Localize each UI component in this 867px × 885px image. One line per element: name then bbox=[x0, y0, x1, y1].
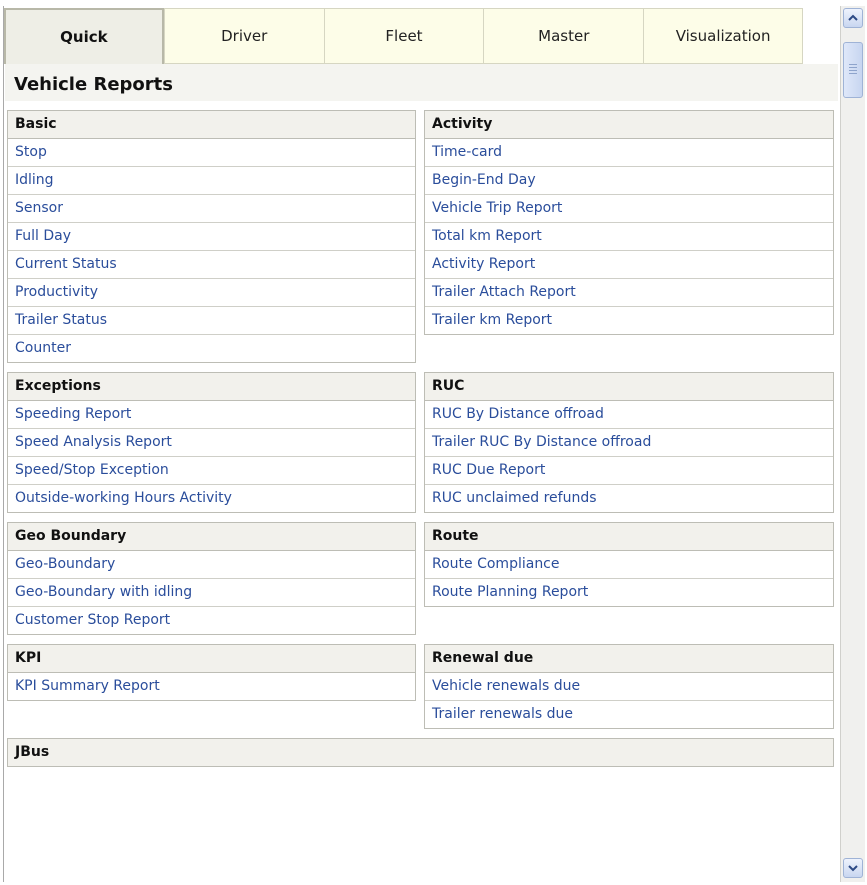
tab-visualization[interactable]: Visualization bbox=[643, 8, 803, 64]
report-link[interactable]: Speed Analysis Report bbox=[8, 429, 415, 457]
report-link[interactable]: Geo-Boundary bbox=[8, 551, 415, 579]
tab-fleet[interactable]: Fleet bbox=[323, 8, 484, 64]
report-link[interactable]: Outside-working Hours Activity bbox=[8, 485, 415, 512]
report-link[interactable]: Stop bbox=[8, 139, 415, 167]
report-link[interactable]: Vehicle Trip Report bbox=[425, 195, 833, 223]
report-link[interactable]: Trailer Status bbox=[8, 307, 415, 335]
section-header: Renewal due bbox=[425, 645, 833, 673]
report-link[interactable]: Trailer renewals due bbox=[425, 701, 833, 728]
report-link[interactable]: RUC By Distance offroad bbox=[425, 401, 833, 429]
report-link[interactable]: Productivity bbox=[8, 279, 415, 307]
scroll-down-button[interactable] bbox=[843, 858, 863, 878]
section-exceptions: Exceptions Speeding Report Speed Analysis … bbox=[7, 372, 416, 513]
report-link[interactable]: Trailer RUC By Distance offroad bbox=[425, 429, 833, 457]
report-link[interactable]: Time-card bbox=[425, 139, 833, 167]
report-link[interactable]: RUC Due Report bbox=[425, 457, 833, 485]
section-header: KPI bbox=[8, 645, 415, 673]
tab-strip-spacer bbox=[803, 8, 837, 64]
section-header: Exceptions bbox=[8, 373, 415, 401]
report-link[interactable]: Counter bbox=[8, 335, 415, 362]
chevron-down-icon bbox=[848, 865, 858, 872]
section-basic: Basic Stop Idling Sensor Full Day Current Sta… bbox=[7, 110, 416, 363]
report-link[interactable]: Vehicle renewals due bbox=[425, 673, 833, 701]
report-link[interactable]: Route Planning Report bbox=[425, 579, 833, 606]
section-header: RUC bbox=[425, 373, 833, 401]
chevron-up-icon bbox=[848, 14, 858, 21]
report-link[interactable]: Speeding Report bbox=[8, 401, 415, 429]
report-link[interactable]: KPI Summary Report bbox=[8, 673, 415, 700]
scroll-thumb[interactable] bbox=[843, 42, 863, 98]
vertical-scrollbar[interactable] bbox=[840, 6, 865, 882]
report-link[interactable]: Idling bbox=[8, 167, 415, 195]
report-link[interactable]: Current Status bbox=[8, 251, 415, 279]
report-link[interactable]: Total km Report bbox=[425, 223, 833, 251]
section-header: Activity bbox=[425, 111, 833, 139]
section-renewal-due: Renewal due Vehicle renewals due Trailer r… bbox=[424, 644, 834, 729]
section-header: Basic bbox=[8, 111, 415, 139]
section-jbus: JBus bbox=[7, 738, 834, 767]
report-link[interactable]: Speed/Stop Exception bbox=[8, 457, 415, 485]
section-route: Route Route Compliance Route Planning Repo… bbox=[424, 522, 834, 607]
report-link[interactable]: Begin-End Day bbox=[425, 167, 833, 195]
scroll-up-button[interactable] bbox=[843, 8, 863, 28]
report-link[interactable]: Full Day bbox=[8, 223, 415, 251]
section-header: Route bbox=[425, 523, 833, 551]
tab-driver[interactable]: Driver bbox=[163, 8, 324, 64]
section-kpi: KPI KPI Summary Report bbox=[7, 644, 416, 701]
report-link[interactable]: Sensor bbox=[8, 195, 415, 223]
section-ruc: RUC RUC By Distance offroad Trailer RUC By… bbox=[424, 372, 834, 513]
report-tabs: Quick Driver Fleet Master Visualization bbox=[4, 8, 803, 64]
report-link[interactable]: Activity Report bbox=[425, 251, 833, 279]
section-geo-boundary: Geo Boundary Geo-Boundary Geo-Boundary wit… bbox=[7, 522, 416, 635]
report-link[interactable]: RUC unclaimed refunds bbox=[425, 485, 833, 512]
report-link[interactable]: Route Compliance bbox=[425, 551, 833, 579]
section-activity: Activity Time-card Begin-End Day Vehicle Tr… bbox=[424, 110, 834, 335]
report-link[interactable]: Customer Stop Report bbox=[8, 607, 415, 634]
tab-master[interactable]: Master bbox=[483, 8, 644, 64]
report-link[interactable]: Trailer Attach Report bbox=[425, 279, 833, 307]
section-header: JBus bbox=[8, 739, 833, 766]
report-link[interactable]: Trailer km Report bbox=[425, 307, 833, 334]
tab-quick[interactable]: Quick bbox=[4, 8, 164, 64]
page-title: Vehicle Reports bbox=[14, 74, 173, 95]
section-header: Geo Boundary bbox=[8, 523, 415, 551]
report-link[interactable]: Geo-Boundary with idling bbox=[8, 579, 415, 607]
